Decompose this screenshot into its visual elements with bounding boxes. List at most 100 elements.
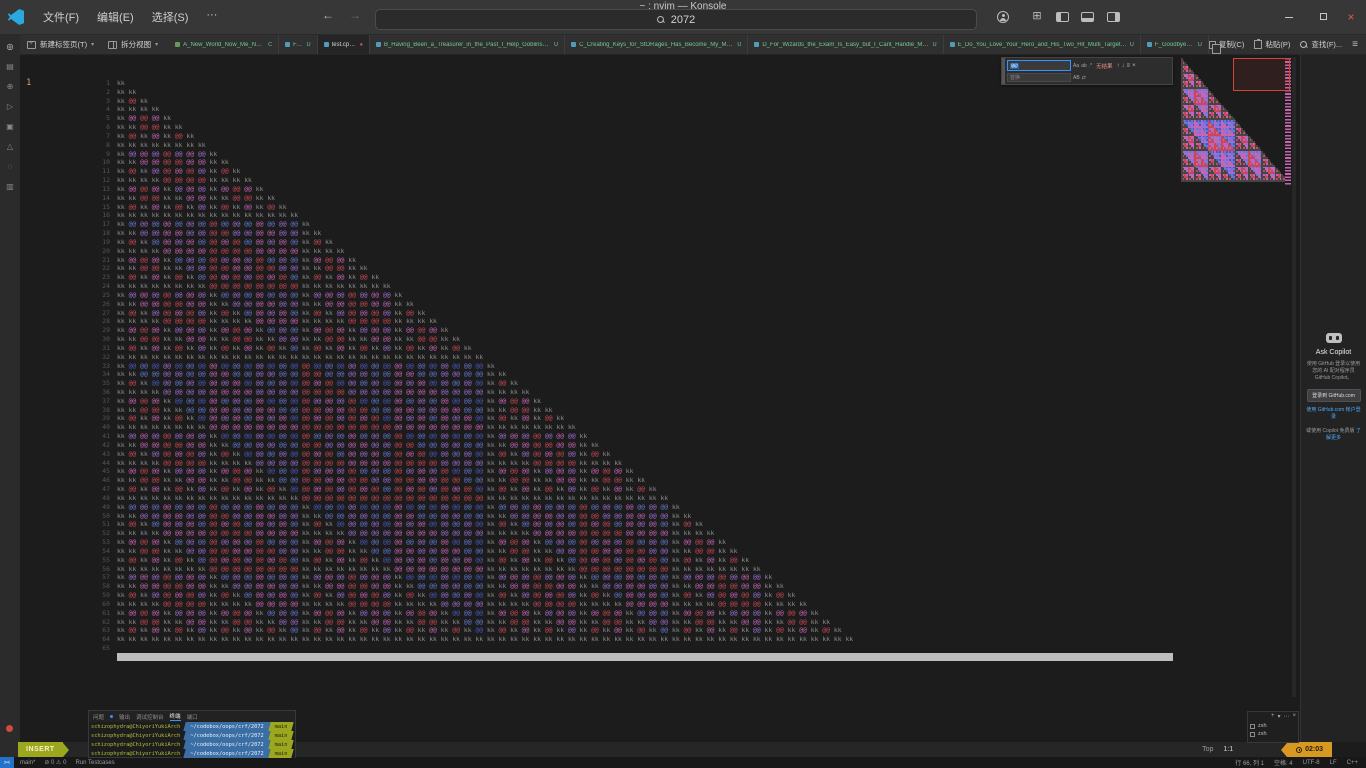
record-icon[interactable] [6, 725, 13, 732]
terminal-action-icon-0[interactable]: + [1271, 713, 1275, 722]
minimize-button[interactable] [1280, 9, 1298, 25]
status-bar: >< main* ⊘ 0 ⚠ 0 Run Testcases 行 66, 列 1 空格… [0, 757, 1366, 768]
command-center[interactable]: 2072 [375, 9, 977, 30]
terminal-list: +▾⋯× zshzsh [1247, 711, 1299, 743]
copy-button[interactable]: 复制(C) [1209, 39, 1244, 50]
file-icon [376, 42, 381, 47]
panel-tab-3[interactable]: 终端 [170, 712, 181, 721]
new-tab-icon [27, 41, 36, 49]
terminal-output: schizophydra@ChiyoriYukiArch~/codebox/oo… [89, 722, 295, 758]
close-button[interactable]: × [1342, 9, 1360, 25]
clock-icon [1296, 747, 1302, 753]
menu-item-3[interactable]: ··· [197, 9, 226, 25]
panel-tab-2[interactable]: 调试控制台 [136, 713, 164, 721]
maximize-button[interactable] [1314, 9, 1332, 25]
terminal-action-icon-3[interactable]: × [1292, 713, 1296, 722]
status-left-0[interactable]: main* [20, 760, 35, 766]
terminal-list-item-0[interactable]: zsh [1250, 722, 1296, 730]
tab-badge: U [554, 42, 558, 48]
tab-6[interactable]: E_Do_You_Love_Your_Hero_and_His_Two_Hit_… [944, 35, 1141, 54]
chat-icon[interactable]: ◌ [8, 162, 13, 171]
find-button[interactable]: 查找(F)... [1300, 39, 1342, 50]
minimap-slider[interactable] [1233, 58, 1290, 91]
regex-icon[interactable]: .* [1089, 63, 1092, 69]
forward-arrow-icon[interactable]: → [346, 8, 364, 22]
cursor-position: 1:1 [1223, 746, 1233, 753]
status-right-2[interactable]: UTF-8 [1303, 760, 1320, 766]
replace-input[interactable]: 替换 [1007, 73, 1071, 82]
menu-bar: 文件(F)编辑(E)选择(S)··· [34, 9, 226, 25]
terminal-list-item-1[interactable]: zsh [1250, 730, 1296, 738]
hamburger-menu-icon[interactable]: ≡ [1352, 39, 1358, 50]
split-view-button[interactable]: 拆分视图▾ [101, 35, 165, 54]
terminal-panel: 问题 输出调试控制台终端端口 schizophydra@ChiyoriYukiAr… [88, 710, 296, 758]
whole-word-icon[interactable]: ab [1081, 63, 1087, 69]
terminal-icon [1250, 732, 1255, 737]
gutter-mark: 1 [26, 79, 31, 88]
replace-all-icon[interactable]: ⇄ [1082, 75, 1086, 81]
shell-prompt-line: schizophydra@ChiyoriYukiArch~/codebox/oo… [89, 749, 295, 758]
toggle-secondary-sidebar-icon[interactable] [1107, 12, 1120, 22]
find-in-selection-icon[interactable]: ≡ [1127, 63, 1131, 69]
back-arrow-icon[interactable]: ← [319, 8, 337, 22]
account-icon[interactable] [997, 11, 1009, 23]
scroll-position: Top [1202, 746, 1213, 753]
run-debug-icon[interactable]: ▷ [7, 102, 13, 111]
tab-badge: U [307, 42, 311, 48]
menu-item-0[interactable]: 文件(F) [34, 9, 88, 25]
terminal-action-icon-2[interactable]: ⋯ [1283, 713, 1289, 722]
copilot-sign-in-button[interactable]: 登录到 GitHub.com [1307, 389, 1361, 402]
files-icon[interactable]: ▤ [6, 62, 14, 71]
status-right-3[interactable]: LF [1330, 760, 1337, 766]
extensions-icon[interactable]: ▣ [6, 122, 14, 131]
close-find-icon[interactable]: × [1132, 63, 1136, 69]
find-widget: @@ Aa ab .* 无结果 ↑ ↓ ≡ × 替换 AB ⇄ [1001, 57, 1173, 85]
tab-2[interactable]: test.cpp 2.1● [318, 35, 370, 54]
cursor-line-highlight [117, 653, 1173, 661]
menu-item-1[interactable]: 编辑(E) [88, 9, 143, 25]
status-right-4[interactable]: C++ [1347, 760, 1358, 766]
tab-4[interactable]: C_Creating_Keys_for_StORages_Has_Become_… [565, 35, 748, 54]
remote-indicator[interactable]: >< [0, 757, 14, 768]
toggle-panel-icon[interactable] [1081, 12, 1094, 22]
command-center-label: 2072 [671, 14, 695, 26]
menu-item-2[interactable]: 选择(S) [143, 9, 198, 25]
tab-0[interactable]: A_New_World_Now_Me_New_AcronymC [169, 35, 279, 54]
copilot-alt-sign-in-link[interactable]: 使用 GitHub.com 帐户登录 [1306, 407, 1362, 421]
tab-strip: A_New_World_Now_Me_New_AcronymCF.cppUtes… [169, 35, 1209, 54]
powerline-separator [63, 743, 69, 757]
panel-tab-1[interactable]: 输出 [119, 713, 130, 721]
search-icon[interactable]: ◎ [7, 42, 14, 51]
tab-1[interactable]: F.cppU [279, 35, 317, 54]
editor-scrollbar[interactable] [1292, 57, 1296, 697]
status-left-2[interactable]: Run Testcases [75, 760, 114, 766]
status-left-1[interactable]: ⊘ 0 ⚠ 0 [44, 759, 66, 766]
terminal-action-icon-1[interactable]: ▾ [1277, 713, 1280, 722]
new-tab-button[interactable]: 新建标签页(T)▾ [20, 35, 101, 54]
tab-3[interactable]: B_Having_Been_a_Treasurer_in_the_Past_I_… [370, 35, 565, 54]
tab-7[interactable]: F_Goodbye_Banker_Life.cppU [1141, 35, 1209, 54]
status-right-0[interactable]: 行 66, 列 1 [1235, 758, 1264, 767]
badge-dot [110, 715, 113, 718]
testing-icon[interactable]: △ [7, 142, 13, 151]
status-right-1[interactable]: 空格: 4 [1274, 758, 1293, 767]
toolbar-right-group: 复制(C) 粘贴(P) 查找(F)... ≡ [1209, 39, 1366, 50]
tab-5[interactable]: D_For_Wizards_the_Exam_Is_Easy_but_I_Can… [748, 35, 943, 54]
toggle-sidebar-icon[interactable] [1056, 12, 1069, 22]
find-next-icon[interactable]: ↓ [1122, 63, 1125, 69]
source-control-icon[interactable]: ⊕ [7, 82, 14, 91]
tab-badge: ● [360, 42, 363, 48]
search-icon [1300, 41, 1308, 49]
editor-area[interactable]: 1 1 2 3 4 5 6 7 8 9 10 11 12 13 14 15 16… [20, 55, 1295, 742]
panel-tab-4[interactable]: 端口 [187, 713, 198, 721]
panel-tab-bar: 问题 输出调试控制台终端端口 [89, 711, 295, 722]
file-icon [950, 42, 955, 47]
grid-icon[interactable]: ⊞ [1028, 9, 1046, 22]
panel-tab-0[interactable]: 问题 [93, 713, 104, 721]
match-case-icon[interactable]: Aa [1073, 63, 1079, 69]
find-previous-icon[interactable]: ↑ [1117, 63, 1120, 69]
replace-one-icon[interactable]: AB [1073, 75, 1080, 81]
paste-button[interactable]: 粘贴(P) [1254, 39, 1290, 50]
find-input[interactable]: @@ [1007, 60, 1071, 71]
database-icon[interactable]: ▥ [6, 182, 14, 191]
